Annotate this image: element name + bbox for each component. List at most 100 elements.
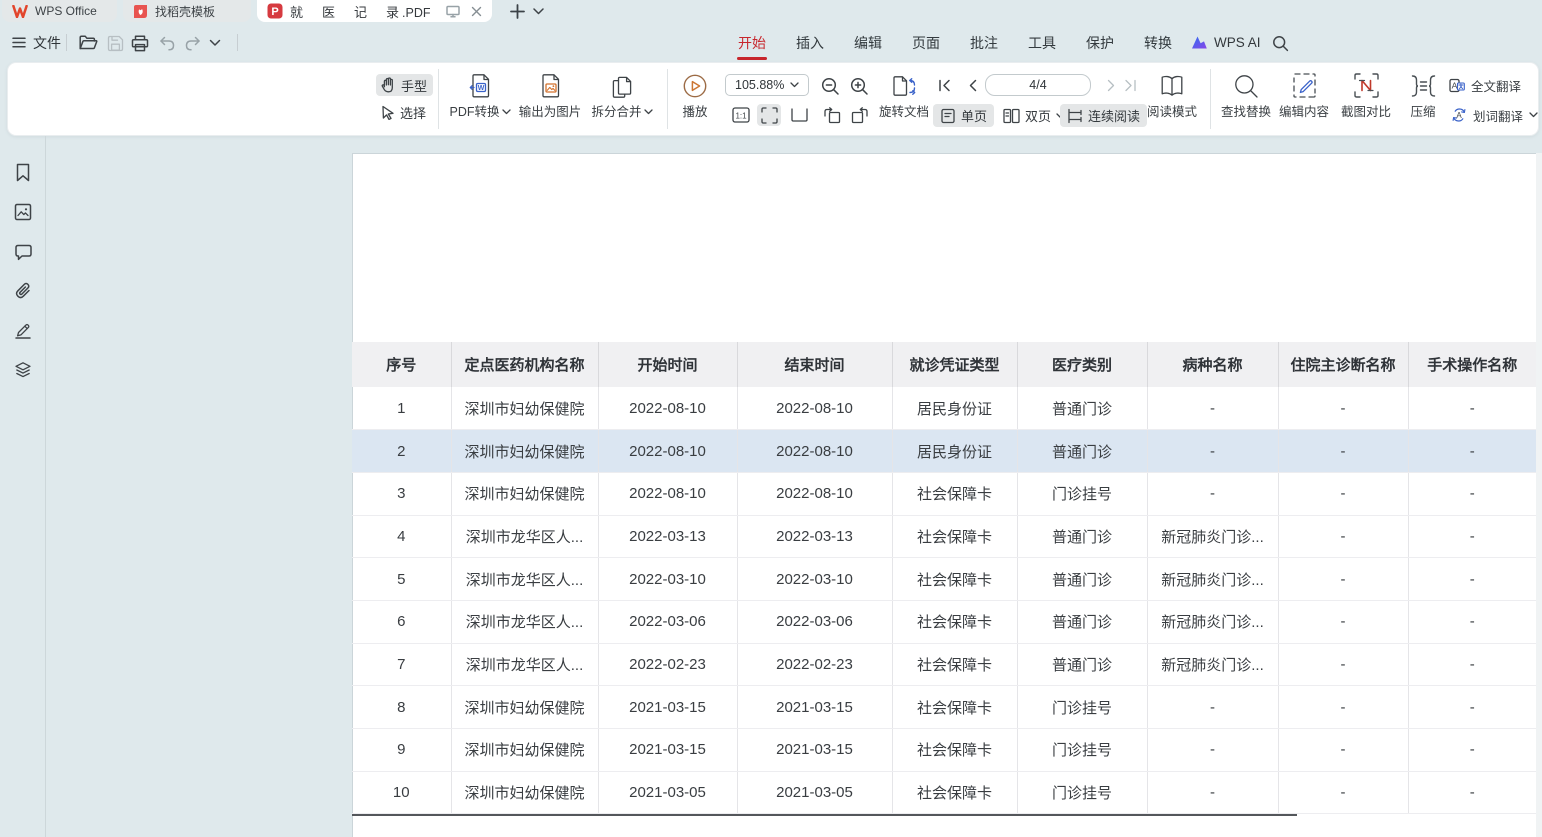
table-cell: - [1278,600,1408,643]
menu-tab-insert[interactable]: 插入 [796,33,824,53]
docer-icon [133,4,148,19]
table-cell: 新冠肺炎门诊... [1147,600,1278,643]
read-mode-button[interactable]: 阅读模式 [1141,71,1203,129]
table-cell: 6 [352,600,451,643]
table-bottom-rule [352,814,1297,816]
fit-page-button[interactable] [757,104,781,126]
pdf-convert-button[interactable]: W PDF转换 [448,71,512,129]
table-cell: 深圳市龙华区人... [451,643,598,686]
table-row: 1深圳市妇幼保健院2022-08-102022-08-10居民身份证普通门诊--… [352,387,1536,430]
print-button[interactable] [129,32,151,54]
bookmark-icon[interactable] [13,162,33,182]
table-cell: 门诊挂号 [1017,472,1147,515]
table-cell: 普通门诊 [1017,600,1147,643]
table-cell: - [1408,387,1536,430]
search-icon[interactable] [1269,32,1291,54]
table-cell: 社会保障卡 [892,729,1017,772]
table-row: 5深圳市龙华区人...2022-03-102022-03-10社会保障卡普通门诊… [352,558,1536,601]
table-cell: 2022-08-10 [737,387,892,430]
table-header-cell: 定点医药机构名称 [451,342,598,387]
table-cell: 门诊挂号 [1017,771,1147,814]
screenshot-compare-button[interactable]: 截图对比 [1336,71,1396,129]
table-header-cell: 开始时间 [598,342,737,387]
save-button[interactable] [104,32,126,54]
find-replace-button[interactable]: 查找替换 [1216,71,1276,129]
edit-content-button[interactable]: 编辑内容 [1274,71,1334,129]
table-cell: 深圳市妇幼保健院 [451,729,598,772]
play-button[interactable]: 播放 [672,71,718,129]
file-menu-button[interactable]: 文件 [6,31,67,54]
tab-document-active[interactable]: P 就医记录.PDF [257,0,492,22]
table-cell: 普通门诊 [1017,558,1147,601]
scrollbar-track[interactable] [1536,153,1542,837]
table-cell: 社会保障卡 [892,558,1017,601]
menu-tab-convert[interactable]: 转换 [1144,33,1172,53]
table-cell: 2021-03-15 [737,729,892,772]
menu-tab-tools[interactable]: 工具 [1028,33,1056,53]
open-file-button[interactable] [77,32,99,54]
table-cell: 社会保障卡 [892,643,1017,686]
split-merge-label: 拆分合并 [591,105,652,119]
select-tool-button[interactable]: 选择 [376,101,433,123]
actual-size-button[interactable]: 1:1 [729,104,752,126]
undo-button[interactable] [156,32,178,54]
table-cell: - [1408,643,1536,686]
button-label-text: 阅读模式 [1147,105,1197,119]
prev-page-button[interactable] [964,76,980,94]
comment-icon[interactable] [13,242,33,262]
table-header-cell: 手术操作名称 [1408,342,1536,387]
hand-tool-label: 手型 [401,76,427,95]
compress-icon [1410,71,1437,100]
table-cell: 2022-08-10 [598,472,737,515]
last-page-button[interactable] [1121,76,1139,94]
rotate-right-button[interactable] [848,104,871,126]
full-translate-label: 全文翻译 [1471,76,1521,95]
thumbnail-icon[interactable] [13,202,33,222]
page-number-input[interactable]: 4/4 [985,74,1091,96]
rotate-left-button[interactable] [820,104,843,126]
full-translate-button[interactable]: A 全文翻译 [1449,74,1521,96]
tab-wps-office[interactable]: WPS Office [2,0,117,22]
quick-access-more-chevron-icon[interactable] [206,32,224,54]
close-icon[interactable] [471,6,482,17]
menu-tab-home[interactable]: 开始 [738,33,766,53]
hand-icon [381,77,396,93]
zoom-value: 105.88% [735,78,784,92]
tab-document-title: 就医记录.PDF [290,2,435,21]
compress-button[interactable]: 压缩 [1398,71,1448,129]
split-merge-button[interactable]: 拆分合并 [586,71,658,129]
tab-docer-templates[interactable]: 找稻壳模板 [123,0,251,22]
table-cell: 深圳市龙华区人... [451,558,598,601]
table-cell: 7 [352,643,451,686]
new-tab-button[interactable] [506,1,528,21]
layers-icon[interactable] [13,360,33,380]
menu-tab-page[interactable]: 页面 [912,33,940,53]
tab-label: 找稻壳模板 [155,3,215,20]
menu-tab-edit[interactable]: 编辑 [854,33,882,53]
table-cell: - [1278,643,1408,686]
monitor-icon[interactable] [446,5,460,18]
fit-width-button[interactable] [788,104,811,126]
continuous-read-button[interactable]: 连续阅读 [1060,104,1147,127]
signature-icon[interactable] [13,320,33,340]
hand-tool-button[interactable]: 手型 [376,74,433,96]
next-page-button[interactable] [1103,76,1119,94]
tab-list-chevron-icon[interactable] [531,4,545,18]
menu-tab-protect[interactable]: 保护 [1086,33,1114,53]
zoom-out-button[interactable] [818,75,842,98]
single-page-button[interactable]: 单页 [933,104,994,127]
table-cell: 社会保障卡 [892,686,1017,729]
wps-ai-button[interactable]: WPS AI [1191,31,1261,54]
word-translate-label: 划词翻译 [1473,106,1523,125]
table-cell: - [1147,472,1278,515]
word-translate-button[interactable]: A 划词翻译 [1451,104,1538,126]
first-page-button[interactable] [935,76,953,94]
screenshot-compare-label: 截图对比 [1341,105,1391,119]
attachment-icon[interactable] [13,281,33,301]
export-image-button[interactable]: 输出为图片 [514,71,586,129]
zoom-in-button[interactable] [847,75,871,98]
rotate-document-button[interactable]: 旋转文档 [877,71,931,129]
zoom-level-input[interactable]: 105.88% [725,74,809,96]
menu-tab-annotate[interactable]: 批注 [970,33,998,53]
redo-button[interactable] [181,32,203,54]
